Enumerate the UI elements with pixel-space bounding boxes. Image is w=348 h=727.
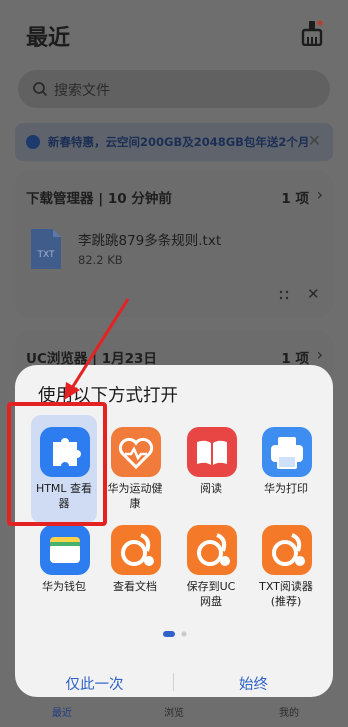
app-label: 华为打印 xyxy=(264,482,308,495)
download-manager-card[interactable]: 下载管理器 | 10 分钟前 1 项 › TXT 李跳跳879多条规则.txt … xyxy=(15,171,333,317)
app-label: 阅读 xyxy=(200,482,222,495)
txt-file-icon[interactable]: TXT xyxy=(29,227,63,271)
heart-icon xyxy=(111,427,161,477)
search-input[interactable]: 搜索文件 xyxy=(18,70,330,108)
broom-clean-icon[interactable] xyxy=(300,20,324,46)
wallet-icon xyxy=(40,525,90,575)
app-label: 保存到UC 网盘 xyxy=(186,580,236,608)
nav-item-browse[interactable]: 浏览 xyxy=(164,704,184,719)
uc-squirrel-icon xyxy=(187,525,237,575)
promo-star-icon xyxy=(26,135,40,149)
card-count: 1 项 xyxy=(281,351,309,367)
search-icon xyxy=(33,82,48,97)
promo-banner[interactable]: 新春特惠，云空间200GB及2048GB包年送2个月 ✕ xyxy=(15,123,333,161)
close-icon[interactable]: ✕ xyxy=(307,285,320,303)
annotation-highlight-box xyxy=(7,402,107,526)
nav-item-mine[interactable]: 我的 xyxy=(279,704,299,719)
uc-squirrel-icon xyxy=(111,525,161,575)
book-icon xyxy=(187,427,237,477)
card-count: 1 项 xyxy=(281,191,309,207)
card-title: UC浏览器 | 1月23日 xyxy=(26,351,157,367)
file-name[interactable]: 李跳跳879多条规则.txt xyxy=(78,229,221,249)
page-indicator xyxy=(163,631,187,637)
app-label: 华为钱包 xyxy=(42,580,86,593)
nav-item-recent[interactable]: 最近 xyxy=(52,704,72,719)
drag-handle-icon[interactable] xyxy=(279,290,289,300)
chevron-right-icon[interactable]: › xyxy=(317,345,323,364)
printer-icon xyxy=(262,427,312,477)
card-title: 下载管理器 | 10 分钟前 xyxy=(26,191,172,207)
app-label: 查看文档 xyxy=(113,580,157,593)
app-label: TXT阅读器 (推荐) xyxy=(259,580,313,608)
file-size: 82.2 KB xyxy=(78,253,123,267)
sheet-button-row: 仅此一次 始终 xyxy=(15,665,333,697)
promo-banner-text: 新春特惠，云空间200GB及2048GB包年送2个月 xyxy=(48,135,310,149)
close-icon[interactable]: ✕ xyxy=(308,131,321,150)
just-once-button[interactable]: 仅此一次 xyxy=(15,673,174,694)
top-bar: 最近 xyxy=(0,0,348,70)
always-button[interactable]: 始终 xyxy=(174,673,333,694)
page-title: 最近 xyxy=(26,26,71,51)
uc-squirrel-icon xyxy=(262,525,312,575)
search-placeholder: 搜索文件 xyxy=(54,83,110,99)
chevron-right-icon[interactable]: › xyxy=(317,185,323,204)
file-icon-text: TXT xyxy=(36,250,55,260)
app-label: 华为运动健 康 xyxy=(107,482,163,510)
bottom-nav: 最近 浏览 我的 xyxy=(0,700,348,727)
